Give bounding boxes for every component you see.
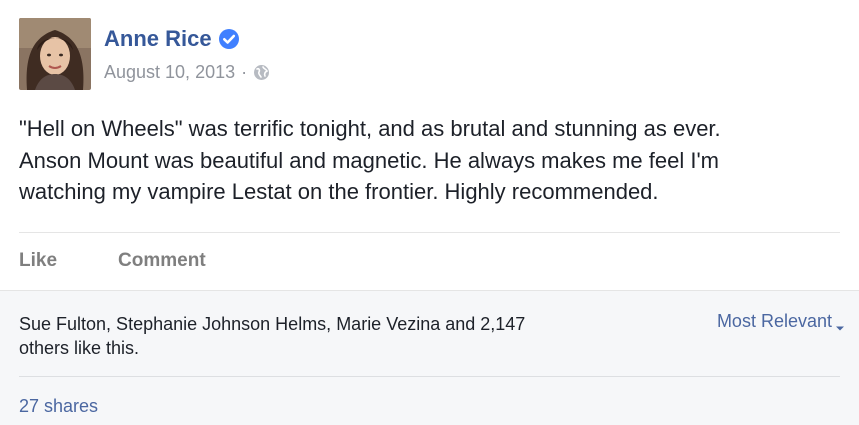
post-meta: Anne Rice August 10, 2013 · bbox=[104, 25, 270, 83]
post-body-line: "Hell on Wheels" was terrific tonight, a… bbox=[19, 116, 721, 141]
likes-summary-line2: others like this. bbox=[19, 338, 140, 358]
timestamp-row: August 10, 2013 · bbox=[104, 61, 270, 83]
action-divider bbox=[19, 232, 840, 233]
author-name-link[interactable]: Anne Rice bbox=[104, 26, 212, 52]
globe-icon[interactable] bbox=[253, 64, 270, 81]
avatar[interactable] bbox=[19, 18, 91, 90]
shares-link[interactable]: 27 shares bbox=[19, 396, 98, 417]
author-row: Anne Rice bbox=[104, 25, 270, 53]
sort-label: Most Relevant bbox=[716, 311, 832, 331]
likes-summary-line1: Sue Fulton, Stephanie Johnson Helms, Mar… bbox=[19, 314, 526, 334]
shares-divider bbox=[19, 376, 840, 377]
facebook-post: Anne Rice August 10, 2013 · "Hell on Whe… bbox=[0, 0, 859, 425]
separator-dot: · bbox=[241, 61, 248, 82]
post-body-line: Anson Mount was beautiful and magnetic. … bbox=[19, 147, 719, 173]
verified-badge-icon bbox=[218, 28, 240, 50]
caret-down-icon bbox=[835, 317, 845, 330]
like-button[interactable]: Like bbox=[19, 250, 57, 272]
post-body: "Hell on Wheels" was terrific tonight, a… bbox=[19, 113, 839, 208]
most-relevant-dropdown[interactable]: Most Relevant bbox=[717, 311, 845, 332]
post-header: Anne Rice August 10, 2013 · bbox=[19, 18, 270, 90]
post-date-link[interactable]: August 10, 2013 bbox=[104, 62, 235, 83]
feedback-section: Sue Fulton, Stephanie Johnson Helms, Mar… bbox=[0, 290, 859, 425]
avatar-image bbox=[19, 18, 91, 90]
likes-summary[interactable]: Sue Fulton, Stephanie Johnson Helms, Mar… bbox=[19, 312, 639, 360]
action-bar: Like Comment bbox=[19, 250, 206, 272]
post-body-line: watching my vampire Lestat on the fronti… bbox=[19, 179, 659, 204]
comment-button[interactable]: Comment bbox=[118, 250, 206, 272]
